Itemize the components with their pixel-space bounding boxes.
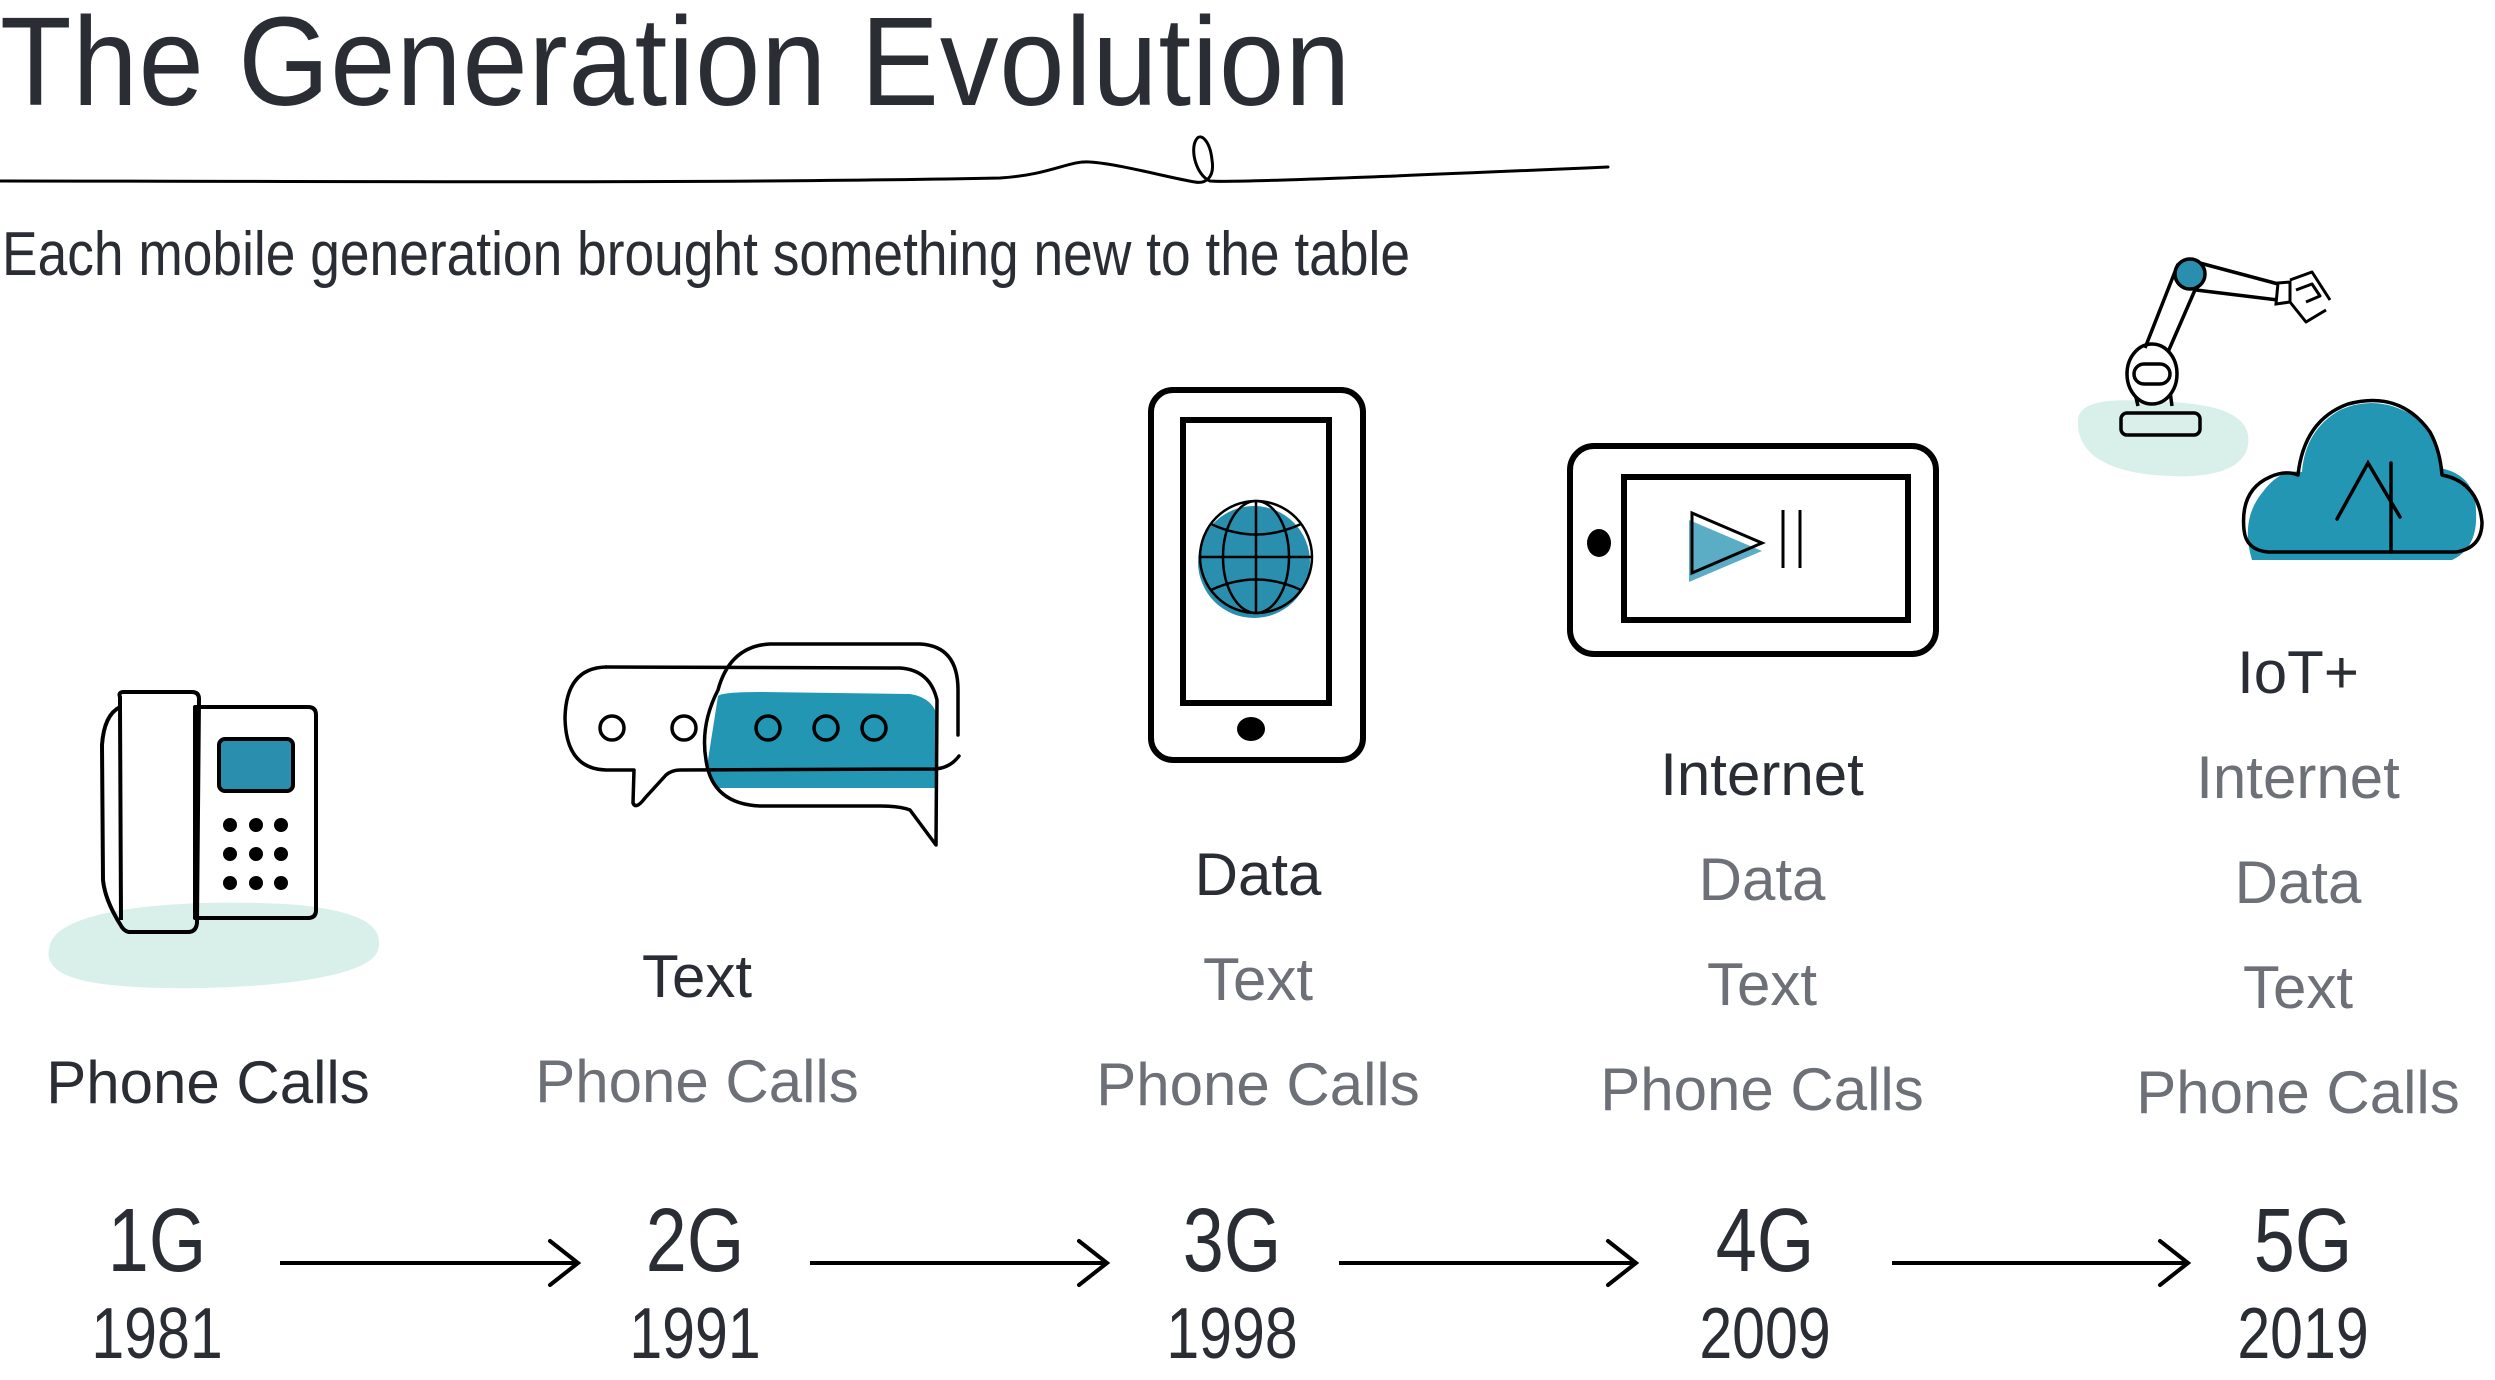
generation-label: 3G: [1182, 1191, 1282, 1291]
year-label: 1981: [91, 1294, 223, 1374]
arrow-right-icon: [1892, 1239, 2192, 1287]
arrow-right-icon: [280, 1239, 582, 1287]
year-label: 1991: [629, 1294, 761, 1374]
generation-label: 4G: [1715, 1191, 1815, 1291]
generation-label: 5G: [2253, 1191, 2353, 1291]
year-label: 2019: [2237, 1294, 2369, 1374]
generation-label: 1G: [107, 1191, 207, 1291]
arrow-right-icon: [1339, 1239, 1640, 1287]
timeline-arrows: [280, 1239, 2192, 1287]
year-label: 2009: [1699, 1294, 1831, 1374]
arrow-right-icon: [810, 1239, 1111, 1287]
year-label: 1998: [1166, 1294, 1298, 1374]
generation-label: 2G: [645, 1191, 745, 1291]
